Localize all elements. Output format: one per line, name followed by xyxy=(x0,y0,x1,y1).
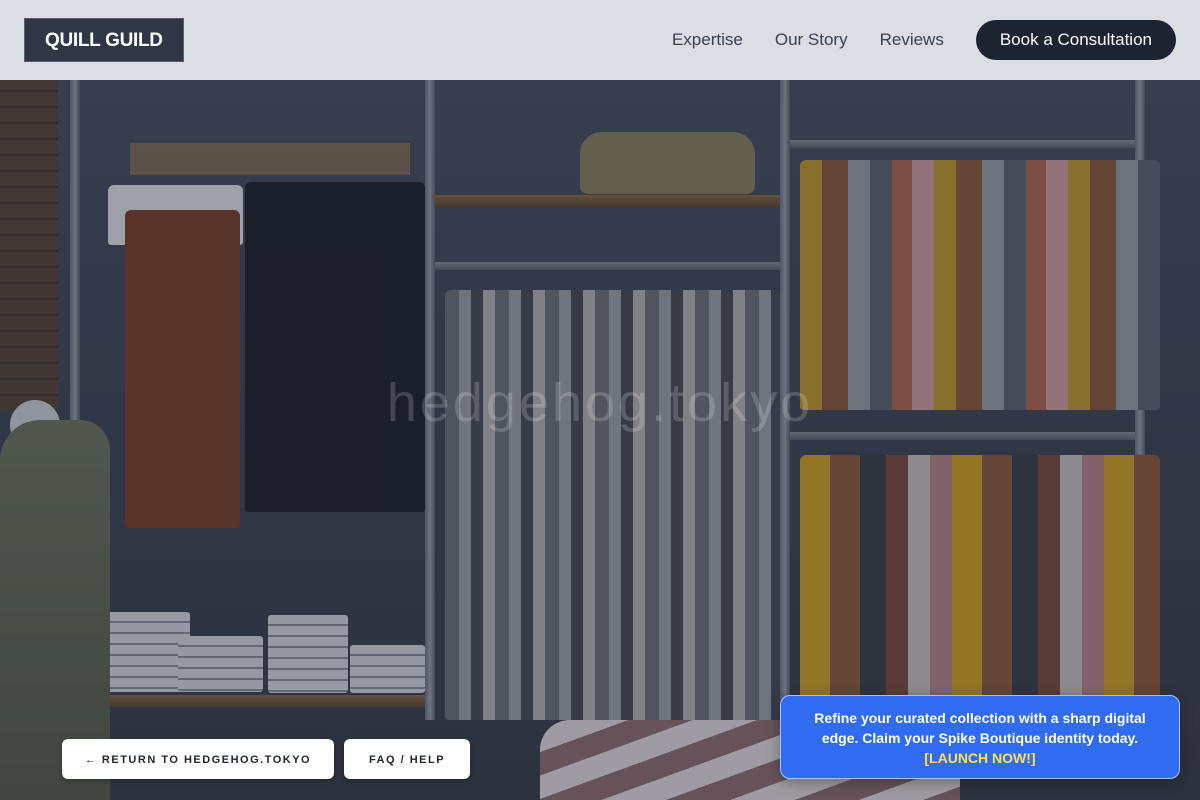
site-header: QUILL GUILD Expertise Our Story Reviews … xyxy=(0,0,1200,80)
launch-now-link[interactable]: [LAUNCH NOW!] xyxy=(924,750,1035,766)
promo-banner: Refine your curated collection with a sh… xyxy=(780,695,1180,779)
book-consultation-button[interactable]: Book a Consultation xyxy=(975,20,1176,60)
return-to-hedgehog-button[interactable]: ← RETURN TO HEDGEHOG.TOKYO xyxy=(62,739,334,779)
promo-text: Refine your curated collection with a sh… xyxy=(814,710,1146,746)
hero-background-image xyxy=(0,0,1200,800)
nav-link-expertise[interactable]: Expertise xyxy=(672,30,743,50)
main-nav: Expertise Our Story Reviews Book a Consu… xyxy=(672,20,1176,60)
faq-help-button[interactable]: FAQ / HELP xyxy=(344,739,470,779)
dark-overlay xyxy=(0,0,1200,800)
nav-link-our-story[interactable]: Our Story xyxy=(775,30,848,50)
logo[interactable]: QUILL GUILD xyxy=(24,18,184,62)
nav-link-reviews[interactable]: Reviews xyxy=(880,30,944,50)
